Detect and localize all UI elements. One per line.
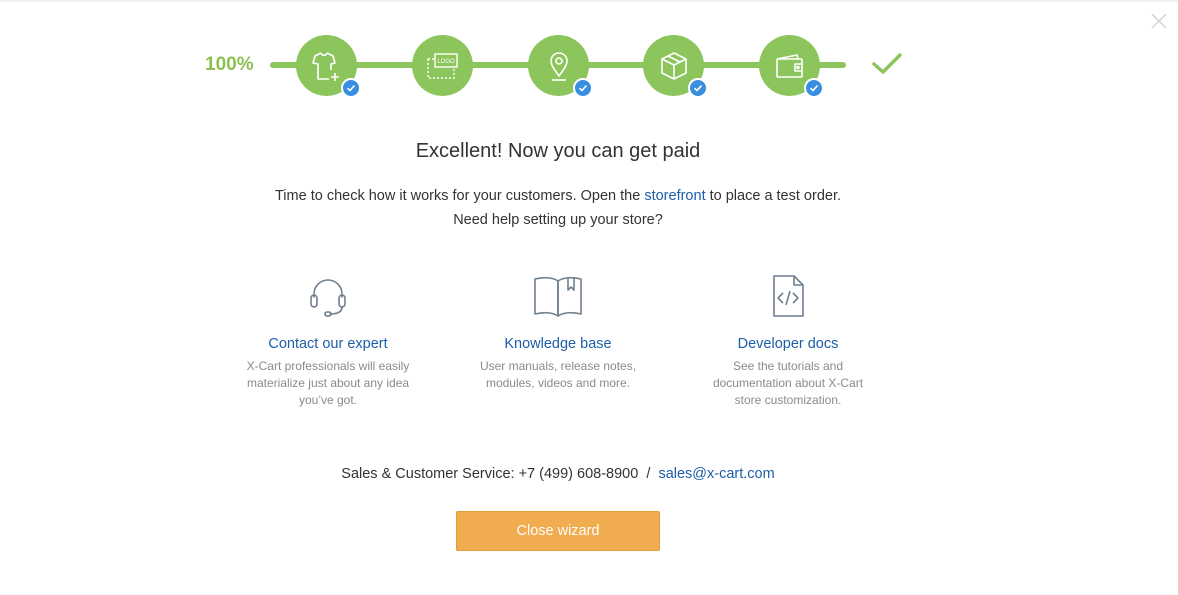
step-location[interactable] [528,35,593,98]
contact-line: Sales & Customer Service: +7 (499) 608-8… [0,466,1116,482]
tshirt-plus-icon [311,51,339,81]
resource-contact-expert: Contact our expert X-Cart professionals … [233,272,423,409]
step-add-product[interactable] [296,35,361,98]
step-logo[interactable]: LOGO [412,35,473,96]
knowledge-base-link[interactable]: Knowledge base [463,336,653,352]
subtitle-line-1: Time to check how it works for your cust… [0,184,1116,208]
subtitle-text-before: Time to check how it works for your cust… [274,188,641,204]
check-badge-icon [341,78,361,98]
map-pin-icon [549,51,568,81]
sales-phone: Sales & Customer Service: +7 (499) 608-8… [341,466,639,482]
resource-developer-docs: Developer docs See the tutorials and doc… [693,272,883,409]
contact-expert-link[interactable]: Contact our expert [233,336,423,352]
subtitle-line-2: Need help setting up your store? [453,212,663,228]
contact-separator: / [646,466,651,482]
developer-docs-link[interactable]: Developer docs [693,336,883,352]
resource-knowledge-base: Knowledge base User manuals, release not… [463,272,653,392]
contact-expert-description: X-Cart professionals will easily materia… [246,359,410,407]
check-badge-icon [573,78,593,98]
subtitle-text-after: to place a test order. [709,188,842,204]
top-border [0,0,1178,2]
step-payment[interactable] [759,35,824,98]
step-shipping[interactable] [643,35,708,98]
sales-email-link[interactable]: sales@x-cart.com [658,466,774,482]
subtitle: Time to check how it works for your cust… [0,184,1116,232]
storefront-link[interactable]: storefront [644,188,705,204]
completed-check-icon [872,52,902,81]
logo-text: LOGO [437,59,455,65]
check-badge-icon [688,78,708,98]
close-wizard-button[interactable]: Close wizard [456,511,660,551]
check-badge-icon [804,78,824,98]
box-icon [660,51,687,80]
developer-docs-description: See the tutorials and documentation abou… [712,359,864,407]
knowledge-base-description: User manuals, release notes, modules, vi… [479,359,637,390]
wallet-icon [775,53,803,78]
headset-icon [233,272,423,320]
book-icon [463,272,653,320]
wizard-progress: 100% LOGO [0,30,1178,100]
close-icon[interactable] [1150,12,1168,30]
logo-icon: LOGO [426,52,458,79]
progress-percent: 100% [205,54,254,75]
page-title: Excellent! Now you can get paid [415,140,701,162]
code-document-icon [693,272,883,320]
